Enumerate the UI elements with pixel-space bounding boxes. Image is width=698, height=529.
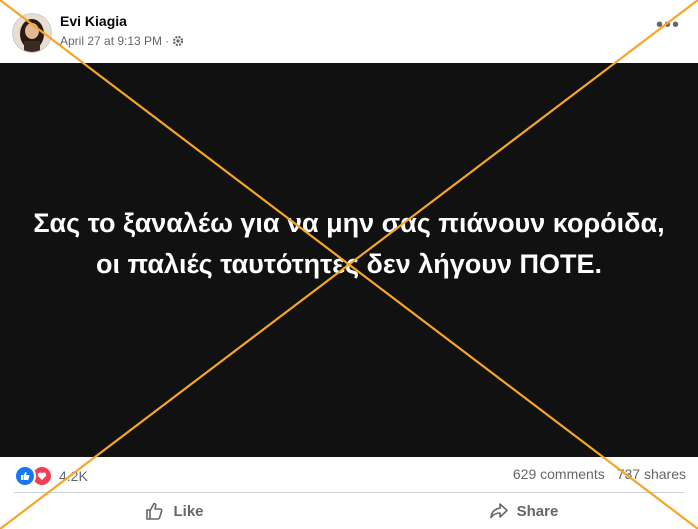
media-caption-text: Σας το ξαναλέω για να μην σας πιάνουν κο… [33, 208, 665, 279]
author-avatar[interactable] [12, 13, 52, 53]
post-header: Evi Kiagia April 27 at 9:13 PM · ••• [0, 0, 698, 63]
like-reaction-icon [14, 465, 36, 487]
share-button[interactable]: Share [349, 493, 698, 529]
post-stats: 4.2K 629 comments 737 shares [0, 457, 698, 492]
gear-icon[interactable] [172, 35, 184, 47]
shares-count[interactable]: 737 shares [617, 466, 686, 482]
like-label: Like [173, 502, 204, 520]
like-button[interactable]: Like [0, 493, 349, 529]
post-media[interactable]: Σας το ξαναλέω για να μην σας πιάνουν κο… [0, 63, 698, 457]
share-arrow-icon [489, 503, 508, 519]
thumbs-up-icon [146, 502, 163, 520]
post-meta: April 27 at 9:13 PM · [60, 34, 184, 48]
author-name[interactable]: Evi Kiagia [60, 13, 127, 29]
share-label: Share [516, 502, 559, 520]
more-options-icon[interactable]: ••• [656, 15, 680, 35]
meta-separator: · [165, 34, 170, 48]
avatar-image [13, 14, 51, 52]
reaction-count: 4.2K [59, 468, 88, 484]
engagement-counts: 629 comments 737 shares [513, 466, 686, 482]
comments-count[interactable]: 629 comments [513, 466, 605, 482]
reactions-summary[interactable]: 4.2K [14, 465, 88, 487]
post-timestamp[interactable]: April 27 at 9:13 PM [60, 34, 162, 48]
post-actions: Like Share [0, 493, 698, 529]
